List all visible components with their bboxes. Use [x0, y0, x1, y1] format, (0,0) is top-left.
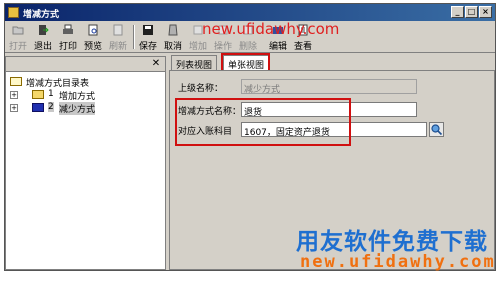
preview-page-icon	[88, 24, 98, 36]
open-label: 打开	[8, 42, 27, 52]
preview-button[interactable]: 预览	[82, 23, 104, 52]
close-icon[interactable]: ✕	[150, 58, 162, 70]
expand-icon[interactable]: +	[10, 91, 18, 99]
tree-item-code: 1	[48, 89, 54, 99]
maximize-button[interactable]: □	[465, 6, 478, 18]
search-icon	[431, 124, 443, 136]
tree-root-label: 增减方式目录表	[26, 79, 90, 89]
preview-label: 预览	[83, 42, 102, 52]
tree-item-label: 减少方式	[59, 102, 96, 115]
refresh-icon	[113, 24, 123, 36]
open-button[interactable]: 打开	[7, 23, 29, 52]
refresh-button[interactable]: 刷新	[107, 23, 129, 52]
print-label: 打印	[58, 42, 77, 52]
refresh-label: 刷新	[108, 42, 127, 52]
parent-name-label: 上级名称：	[178, 84, 224, 94]
minimize-button[interactable]: _	[451, 6, 464, 18]
watermark-url-bottom: new.ufidawhy.com	[300, 252, 496, 272]
cancel-label: 取消	[163, 42, 182, 52]
save-label: 保存	[138, 42, 157, 52]
tree-panel: ✕ 增减方式目录表 + 1 增加方式 + 2 减少方式	[5, 56, 166, 270]
cancel-button[interactable]: 取消	[162, 23, 184, 52]
tree-item-code: 2	[48, 102, 54, 112]
exit-button[interactable]: 退出	[32, 23, 54, 52]
folder-open-icon	[12, 26, 24, 35]
printer-icon	[63, 24, 73, 34]
highlight-box	[175, 98, 351, 146]
title-bar: 增减方式 _ □ ×	[5, 4, 495, 21]
close-window-button[interactable]: ×	[479, 6, 492, 18]
folder-open-icon	[10, 77, 22, 86]
exit-label: 退出	[33, 42, 52, 52]
watermark-slogan: 用友软件免费下载	[296, 229, 488, 255]
view-label: 查看	[293, 42, 312, 52]
app-icon	[8, 7, 19, 18]
operate-label: 操作	[213, 42, 232, 52]
account-search-button[interactable]	[429, 122, 444, 137]
watermark-url-top: new.ufidawhy.com	[202, 20, 340, 38]
save-button[interactable]: 保存	[137, 23, 159, 52]
cancel-icon	[168, 24, 178, 36]
parent-name-value: 减少方式	[244, 85, 281, 94]
print-button[interactable]: 打印	[57, 23, 79, 52]
exit-door-icon	[39, 25, 49, 35]
tab-list-view[interactable]: 列表视图	[171, 55, 218, 71]
folder-icon	[32, 103, 44, 112]
folder-icon	[32, 90, 44, 99]
save-disk-icon	[143, 25, 153, 35]
tree-item-label: 增加方式	[59, 92, 96, 102]
window-title: 增减方式	[23, 10, 60, 20]
edit-label: 编辑	[268, 42, 287, 52]
delete-label: 删除	[238, 42, 257, 52]
parent-name-field: 减少方式	[241, 79, 417, 94]
expand-icon[interactable]: +	[10, 104, 18, 112]
add-label: 增加	[188, 42, 207, 52]
tree-panel-header: ✕	[6, 57, 165, 72]
